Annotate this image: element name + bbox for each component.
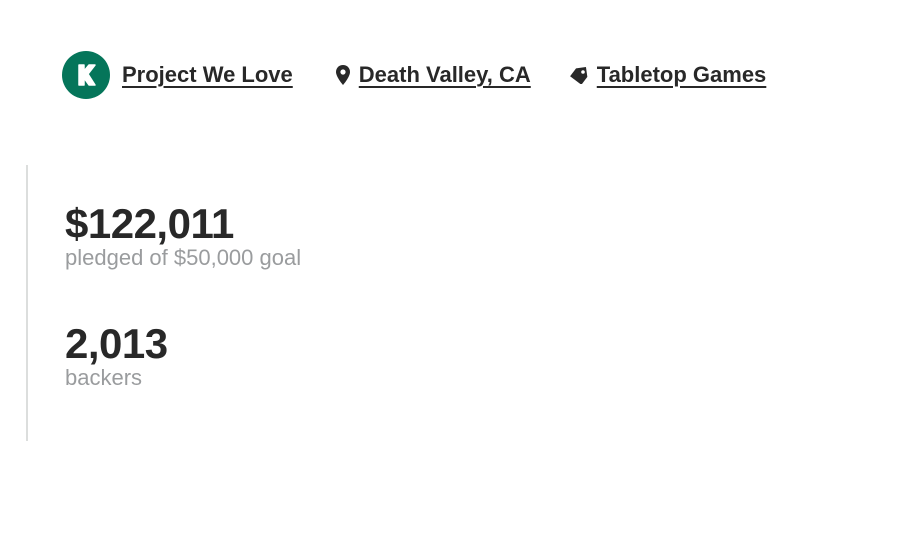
location-label: Death Valley, CA xyxy=(358,62,531,87)
pledged-stat: $122,011 pledged of $50,000 goal xyxy=(65,199,301,271)
tag-icon xyxy=(569,66,589,84)
pledged-amount: $122,011 xyxy=(65,200,234,247)
category-label: Tabletop Games xyxy=(596,62,767,87)
project-meta-row: Project We Love Death Valley, CA Tableto… xyxy=(62,51,766,99)
location-link[interactable]: Death Valley, CA xyxy=(335,62,531,88)
kickstarter-k-icon xyxy=(62,51,110,99)
backers-count: 2,013 xyxy=(65,320,168,367)
project-we-love-link[interactable]: Project We Love xyxy=(62,51,293,99)
category-link[interactable]: Tabletop Games xyxy=(569,62,767,88)
backers-stat: 2,013 backers xyxy=(65,319,168,391)
project-we-love-label: Project We Love xyxy=(122,62,293,87)
pledged-goal-label: pledged of $50,000 goal xyxy=(65,245,302,270)
funding-stats-panel: $122,011 pledged of $50,000 goal 2,013 b… xyxy=(26,165,448,441)
map-pin-icon xyxy=(335,64,351,86)
